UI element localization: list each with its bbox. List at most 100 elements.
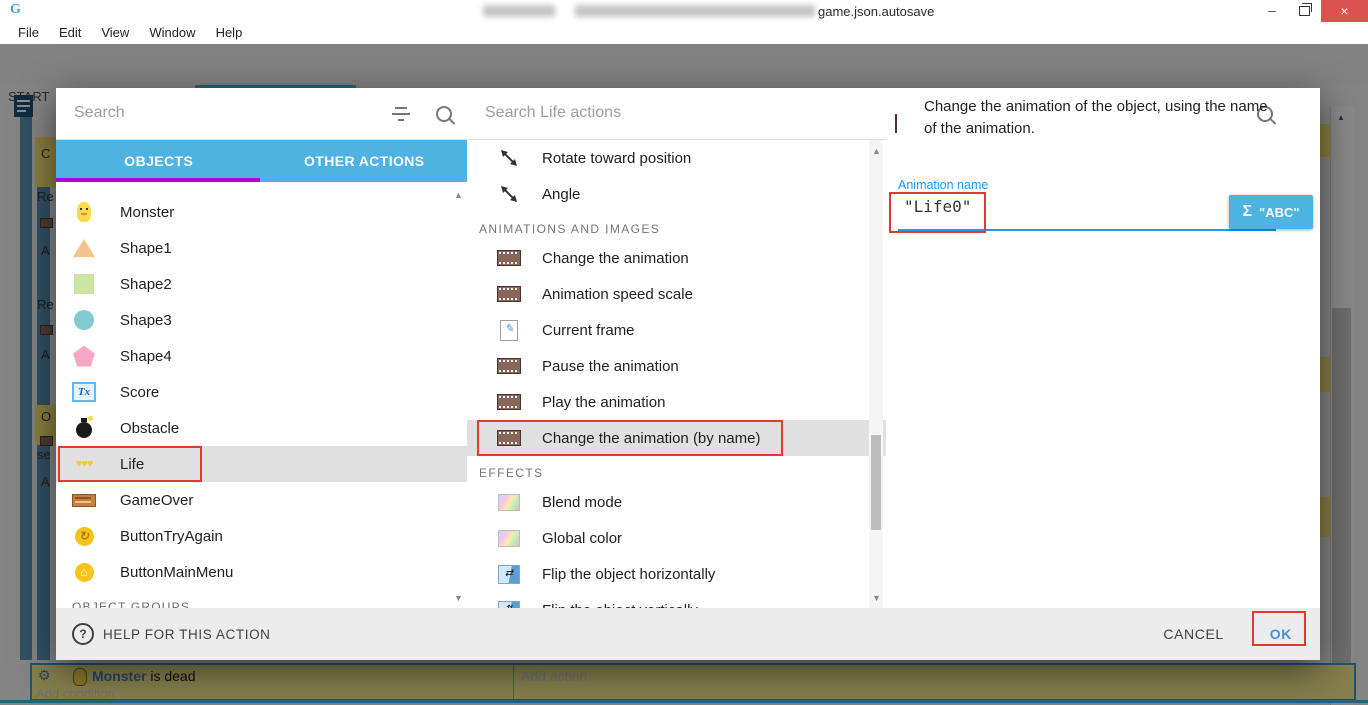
tab-objects[interactable]: OBJECTS [56,140,262,182]
color-palette-icon [497,530,521,547]
actions-section-header: EFFECTS [467,456,886,484]
object-tabs: OBJECTS OTHER ACTIONS [56,140,467,182]
action-row-change-animation-by-name-selected[interactable]: Change the animation (by name) [467,420,886,456]
square-object-icon [72,274,96,294]
action-row[interactable]: Rotate toward position [467,140,886,176]
actions-search-bar [467,88,886,140]
action-row[interactable]: Change the animation [467,240,886,276]
scroll-down-icon[interactable]: ▼ [872,593,881,603]
action-row[interactable]: Flip the object horizontally [467,556,886,592]
animation-name-input[interactable] [902,196,1206,217]
film-strip-icon [497,286,521,302]
action-row[interactable]: Angle [467,176,886,212]
pentagon-object-icon [72,346,96,367]
action-row[interactable]: Blend mode [467,484,886,520]
scroll-up-icon[interactable]: ▲ [454,190,463,200]
action-label: Change the animation [542,250,689,267]
scroll-up-icon[interactable]: ▲ [872,146,881,156]
actions-scrollbar[interactable] [869,140,883,608]
action-label: Rotate toward position [542,150,691,167]
redacted-title-segment [483,5,555,17]
film-strip-icon [497,250,521,266]
object-row-buttontryagain[interactable]: ↻ ButtonTryAgain [56,518,467,554]
object-row-shape2[interactable]: Shape2 [56,266,467,302]
film-strip-icon [895,115,897,133]
object-label: Shape4 [120,348,172,365]
expression-editor-button[interactable]: Σ "ABC" [1229,195,1313,229]
bomb-object-icon [72,418,96,438]
objects-search-bar [56,88,467,140]
tab-other-actions[interactable]: OTHER ACTIONS [262,140,468,182]
action-label: Change the animation (by name) [542,430,760,447]
objects-list: Monster Shape1 Shape2 Shape3 Shape4 Scor… [56,182,467,608]
object-label: Monster [120,204,174,221]
ok-button[interactable]: OK [1270,626,1292,642]
scroll-down-icon[interactable]: ▼ [454,593,463,603]
field-underline [898,229,1276,231]
title-bar: G game.json.autosave – × [0,0,1368,23]
action-label: Global color [542,530,622,547]
menu-help[interactable]: Help [206,22,253,44]
rotate-arrow-icon [497,148,521,168]
help-icon: ? [72,623,94,645]
restore-icon [1299,6,1310,16]
menu-file[interactable]: File [8,22,49,44]
object-row-shape1[interactable]: Shape1 [56,230,467,266]
actions-list: Rotate toward position Angle ANIMATIONS … [467,140,886,608]
monster-object-icon [72,202,96,222]
menu-window[interactable]: Window [139,22,205,44]
object-row-monster[interactable]: Monster [56,194,467,230]
object-row-gameover[interactable]: GameOver [56,482,467,518]
gdevelop-logo-icon: G [10,2,21,18]
action-label: Blend mode [542,494,622,511]
action-row[interactable]: Pause the animation [467,348,886,384]
color-palette-icon [497,494,521,511]
help-link[interactable]: ? HELP FOR THIS ACTION [72,623,271,645]
action-row[interactable]: Global color [467,520,886,556]
object-label: Obstacle [120,420,179,437]
flip-vertical-icon [497,601,521,609]
menu-edit[interactable]: Edit [49,22,91,44]
retry-button-icon: ↻ [72,527,96,546]
minimize-button[interactable]: – [1255,0,1289,22]
object-groups-header: OBJECT GROUPS [56,590,467,608]
object-row-obstacle[interactable]: Obstacle [56,410,467,446]
action-label: Angle [542,186,580,203]
sigma-icon: Σ [1242,203,1252,221]
close-button[interactable]: × [1321,0,1368,22]
cancel-button[interactable]: CANCEL [1163,626,1223,642]
actions-section-header: ANIMATIONS AND IMAGES [467,212,886,240]
action-row[interactable]: Current frame [467,312,886,348]
object-row-buttonmainmenu[interactable]: ⌂ ButtonMainMenu [56,554,467,590]
circle-object-icon [72,310,96,330]
film-strip-icon [497,430,521,446]
flip-horizontal-icon [497,565,521,584]
object-row-score[interactable]: Score [56,374,467,410]
action-row[interactable]: Animation speed scale [467,276,886,312]
gameover-banner-icon [72,494,96,507]
object-label: Shape1 [120,240,172,257]
object-label: ButtonTryAgain [120,528,223,545]
object-label: Shape3 [120,312,172,329]
actions-search-input[interactable] [483,103,767,123]
film-strip-icon [497,394,521,410]
menu-view[interactable]: View [91,22,139,44]
redacted-title-segment [575,5,815,17]
scrollbar-thumb[interactable] [871,435,881,530]
hearts-object-icon: ♥♥♥ [72,458,96,470]
action-label: Pause the animation [542,358,679,375]
action-label: Animation speed scale [542,286,693,303]
object-row-shape4[interactable]: Shape4 [56,338,467,374]
triangle-object-icon [72,239,96,257]
restore-button[interactable] [1289,0,1321,22]
search-icon [436,106,452,122]
filter-icon[interactable] [392,113,410,115]
action-row[interactable]: Play the animation [467,384,886,420]
action-row[interactable]: Flip the object vertically [467,592,886,608]
menu-bar: File Edit View Window Help [0,22,1368,44]
rotate-arrow-icon [497,184,521,204]
objects-search-input[interactable] [72,103,356,123]
dialog-footer: ? HELP FOR THIS ACTION CANCEL OK [56,608,1320,660]
object-row-life-selected[interactable]: ♥♥♥ Life [56,446,467,482]
object-row-shape3[interactable]: Shape3 [56,302,467,338]
